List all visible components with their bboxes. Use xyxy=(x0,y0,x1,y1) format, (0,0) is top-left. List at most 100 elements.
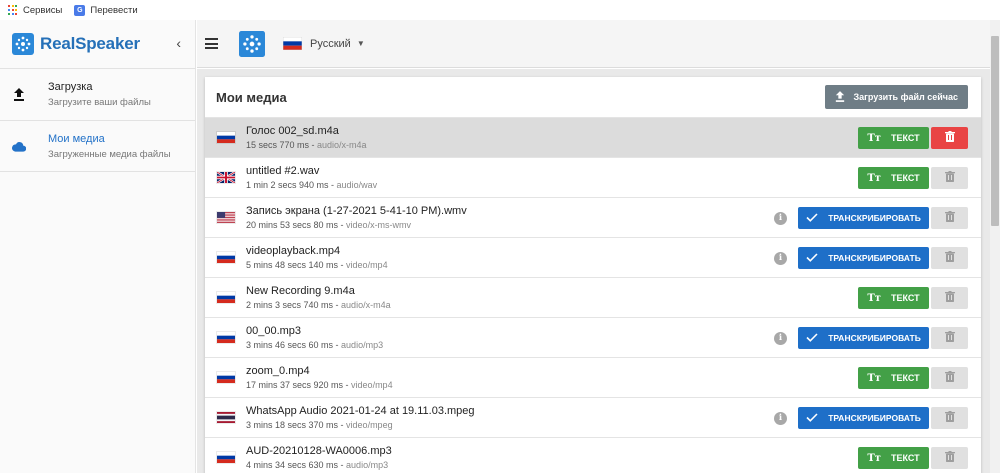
language-flag-icon xyxy=(216,131,236,144)
text-format-icon: Tт xyxy=(867,172,881,184)
delete-button[interactable] xyxy=(931,447,968,469)
media-row[interactable]: Запись экрана (1-27-2021 5-41-10 PM).wmv… xyxy=(205,197,981,237)
info-icon[interactable]: i xyxy=(774,251,787,265)
upload-icon xyxy=(835,90,845,104)
text-format-icon: Tт xyxy=(867,132,881,144)
media-row[interactable]: AUD-20210128-WA0006.mp3 4 mins 34 secs 6… xyxy=(205,437,981,473)
delete-button[interactable] xyxy=(931,127,968,149)
media-card: Мои медиа Загрузить файл сейчас Голос 00… xyxy=(205,77,981,473)
logo-icon xyxy=(12,33,34,55)
text-button[interactable]: Tт ТЕКСТ xyxy=(858,167,929,189)
sidebar-item-subtitle: Загруженные медиа файлы xyxy=(48,148,171,160)
bookmark-translate[interactable]: G Перевести xyxy=(74,4,138,16)
delete-button[interactable] xyxy=(931,167,968,189)
media-duration: 1 min 2 secs 940 ms xyxy=(246,180,329,190)
language-select[interactable]: Русский ▼ xyxy=(283,37,365,50)
app-logo-icon xyxy=(239,30,265,57)
trash-icon xyxy=(944,369,955,387)
media-mime: audio/x-m4a xyxy=(341,300,391,310)
delete-button[interactable] xyxy=(931,287,968,309)
media-mime: audio/mp3 xyxy=(341,340,384,350)
scrollbar-thumb[interactable] xyxy=(991,36,999,226)
text-button[interactable]: Tт ТЕКСТ xyxy=(858,287,929,309)
translate-icon: G xyxy=(74,4,86,16)
trash-icon xyxy=(944,449,955,467)
text-label: ТЕКСТ xyxy=(890,173,920,183)
media-row[interactable]: videoplayback.mp4 5 mins 48 secs 140 ms … xyxy=(205,237,981,277)
language-flag-icon xyxy=(216,371,236,384)
language-flag-icon xyxy=(216,411,236,424)
delete-button[interactable] xyxy=(931,247,968,269)
trash-icon xyxy=(944,289,955,307)
media-row[interactable]: untitled #2.wav 1 min 2 secs 940 ms - au… xyxy=(205,157,981,197)
text-label: ТЕКСТ xyxy=(890,293,920,303)
text-button[interactable]: Tт ТЕКСТ xyxy=(858,447,929,469)
sidebar-item-upload[interactable]: Загрузка Загрузите ваши файлы xyxy=(0,68,195,120)
text-button[interactable]: Tт ТЕКСТ xyxy=(858,127,929,149)
page-scrollbar[interactable] xyxy=(990,20,1000,473)
info-icon[interactable]: i xyxy=(774,411,787,425)
collapse-sidebar-icon[interactable]: ‹ xyxy=(176,35,181,51)
card-header: Мои медиа Загрузить файл сейчас xyxy=(205,77,981,117)
language-flag-icon xyxy=(216,171,236,184)
trash-icon xyxy=(944,129,955,147)
media-mime: audio/x-m4a xyxy=(317,140,367,150)
transcribe-label: ТРАНСКРИБИРОВАТЬ xyxy=(828,333,921,343)
delete-button[interactable] xyxy=(931,407,968,429)
trash-icon xyxy=(944,249,955,267)
text-button[interactable]: Tт ТЕКСТ xyxy=(858,367,929,389)
info-icon[interactable]: i xyxy=(774,211,787,225)
russia-flag-icon xyxy=(283,37,302,50)
media-mime: video/mp4 xyxy=(346,260,388,270)
language-flag-icon xyxy=(216,451,236,464)
top-app-bar: Русский ▼ xyxy=(197,20,990,68)
transcribe-button[interactable]: ТРАНСКРИБИРОВАТЬ xyxy=(798,247,929,269)
bookmark-services-label: Сервисы xyxy=(23,4,63,16)
delete-button[interactable] xyxy=(931,327,968,349)
text-format-icon: Tт xyxy=(867,452,881,464)
language-flag-icon xyxy=(216,251,236,264)
check-icon xyxy=(806,212,818,224)
media-mime: video/mpeg xyxy=(346,420,393,430)
sidebar-item-my-media[interactable]: Мои медиа Загруженные медиа файлы xyxy=(0,120,195,172)
info-icon[interactable]: i xyxy=(774,331,787,345)
language-flag-icon xyxy=(216,331,236,344)
text-format-icon: Tт xyxy=(867,292,881,304)
transcribe-button[interactable]: ТРАНСКРИБИРОВАТЬ xyxy=(798,327,929,349)
row-actions: Tт ТЕКСТ xyxy=(858,358,968,398)
media-duration: 3 mins 18 secs 370 ms xyxy=(246,420,339,430)
sidebar-item-title: Мои медиа xyxy=(48,132,105,145)
media-row[interactable]: zoom_0.mp4 17 mins 37 secs 920 ms - vide… xyxy=(205,357,981,397)
media-duration: 15 secs 770 ms xyxy=(246,140,310,150)
transcribe-label: ТРАНСКРИБИРОВАТЬ xyxy=(828,213,921,223)
media-duration: 20 mins 53 secs 80 ms xyxy=(246,220,339,230)
delete-button[interactable] xyxy=(931,207,968,229)
media-row[interactable]: 00_00.mp3 3 mins 46 secs 60 ms - audio/m… xyxy=(205,317,981,357)
text-label: ТЕКСТ xyxy=(890,373,920,383)
delete-button[interactable] xyxy=(931,367,968,389)
transcribe-button[interactable]: ТРАНСКРИБИРОВАТЬ xyxy=(798,407,929,429)
row-actions: Tт ТЕКСТ xyxy=(858,438,968,473)
text-label: ТЕКСТ xyxy=(890,133,920,143)
menu-icon[interactable] xyxy=(205,38,218,49)
media-duration: 4 mins 34 secs 630 ms xyxy=(246,460,339,470)
upload-file-button[interactable]: Загрузить файл сейчас xyxy=(825,85,968,109)
check-icon xyxy=(806,332,818,344)
row-actions: Tт ТЕКСТ xyxy=(858,158,968,198)
transcribe-button[interactable]: ТРАНСКРИБИРОВАТЬ xyxy=(798,207,929,229)
media-row[interactable]: Голос 002_sd.m4a 15 secs 770 ms - audio/… xyxy=(205,117,981,157)
sidebar: RealSpeaker ‹ Загрузка Загрузите ваши фа… xyxy=(0,20,196,473)
language-flag-icon xyxy=(216,211,236,224)
media-row[interactable]: New Recording 9.m4a 2 mins 3 secs 740 ms… xyxy=(205,277,981,317)
media-duration: 2 mins 3 secs 740 ms xyxy=(246,300,334,310)
media-duration: 17 mins 37 secs 920 ms xyxy=(246,380,344,390)
bookmark-services[interactable]: Сервисы xyxy=(8,5,62,16)
apps-grid-icon xyxy=(8,5,18,15)
chevron-down-icon: ▼ xyxy=(356,39,365,48)
check-icon xyxy=(806,412,818,424)
media-duration: 3 mins 46 secs 60 ms xyxy=(246,340,334,350)
media-list: Голос 002_sd.m4a 15 secs 770 ms - audio/… xyxy=(205,117,981,473)
media-row[interactable]: WhatsApp Audio 2021-01-24 at 19.11.03.mp… xyxy=(205,397,981,437)
sidebar-item-subtitle: Загрузите ваши файлы xyxy=(48,97,151,108)
row-actions: i ТРАНСКРИБИРОВАТЬ xyxy=(774,238,968,278)
